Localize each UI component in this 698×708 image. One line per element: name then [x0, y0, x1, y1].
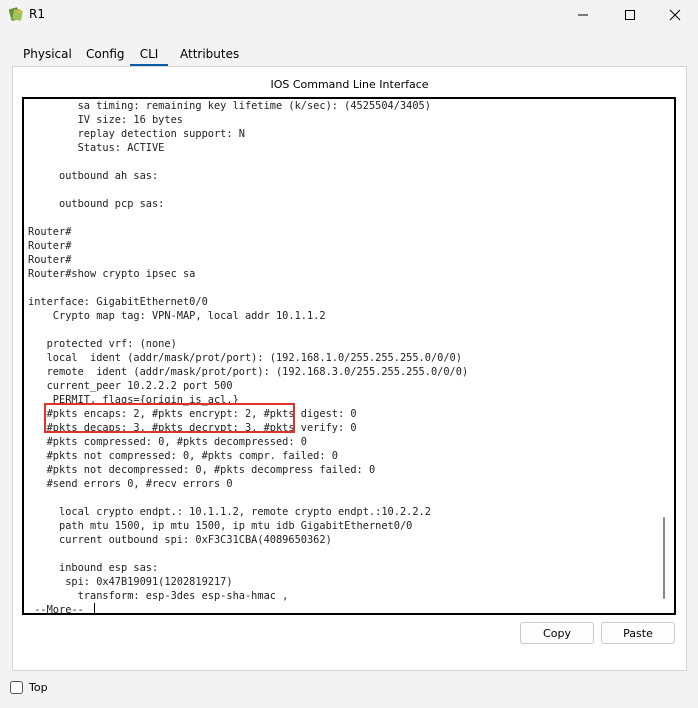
terminal-line: #pkts compressed: 0, #pkts decompressed:… [28, 436, 307, 448]
scrollbar-thumb[interactable] [663, 517, 665, 599]
window-title: R1 [29, 7, 45, 21]
terminal-line: path mtu 1500, ip mtu 1500, ip mtu idb G… [28, 520, 413, 532]
terminal-line: IV size: 16 bytes [28, 114, 183, 126]
terminal-line: replay detection support: N [28, 128, 245, 140]
more-prompt: --More-- [28, 603, 658, 615]
terminal-line: sa timing: remaining key lifetime (k/sec… [28, 100, 431, 112]
terminal-line: local crypto endpt.: 10.1.1.2, remote cr… [28, 506, 431, 518]
cli-heading: IOS Command Line Interface [270, 78, 429, 91]
top-label: Top [29, 681, 48, 694]
close-button[interactable] [652, 0, 698, 30]
cli-terminal[interactable]: sa timing: remaining key lifetime (k/sec… [22, 97, 676, 615]
minimize-icon [578, 14, 588, 16]
terminal-line: inbound esp sas: [28, 562, 159, 574]
terminal-line: current outbound spi: 0xF3C31CBA(4089650… [28, 534, 332, 546]
tab-physical[interactable]: Physical [23, 43, 72, 67]
terminal-line: protected vrf: (none) [28, 338, 177, 350]
terminal-line: Status: ACTIVE [28, 142, 165, 154]
text-cursor [94, 603, 95, 613]
terminal-line: Router#show crypto ipsec sa [28, 268, 196, 280]
terminal-line: remote ident (addr/mask/prot/port): (192… [28, 366, 469, 378]
close-icon [669, 9, 681, 21]
copy-button[interactable]: Copy [520, 622, 594, 644]
tab-config[interactable]: Config [86, 43, 125, 67]
terminal-output: sa timing: remaining key lifetime (k/sec… [28, 99, 658, 615]
tab-attributes[interactable]: Attributes [180, 43, 239, 67]
minimize-button[interactable] [560, 0, 606, 30]
packet-counter-highlight [44, 403, 295, 433]
terminal-line: interface: GigabitEthernet0/0 [28, 296, 208, 308]
more-prompt-text: --More-- [28, 604, 90, 615]
top-checkbox[interactable] [10, 681, 23, 694]
terminal-line: spi: 0x47B19091(1202819217) [28, 576, 233, 588]
tab-cli[interactable]: CLI [130, 43, 168, 67]
maximize-button[interactable] [607, 0, 653, 30]
maximize-icon [625, 10, 635, 20]
terminal-line: transform: esp-3des esp-sha-hmac , [28, 590, 289, 602]
terminal-line: Router# [28, 254, 72, 266]
router-app-icon [8, 6, 24, 22]
terminal-line: current_peer 10.2.2.2 port 500 [28, 380, 233, 392]
terminal-line: Router# [28, 226, 72, 238]
terminal-line: outbound pcp sas: [28, 198, 165, 210]
terminal-line: #send errors 0, #recv errors 0 [28, 478, 233, 490]
terminal-line: local ident (addr/mask/prot/port): (192.… [28, 352, 462, 364]
terminal-line: #pkts not decompressed: 0, #pkts decompr… [28, 464, 376, 476]
terminal-line: Crypto map tag: VPN-MAP, local addr 10.1… [28, 310, 326, 322]
paste-button[interactable]: Paste [601, 622, 675, 644]
terminal-scrollbar[interactable] [660, 99, 670, 613]
terminal-line: outbound ah sas: [28, 170, 159, 182]
terminal-line: Router# [28, 240, 72, 252]
title-bar: R1 [0, 0, 698, 30]
terminal-line: #pkts not compressed: 0, #pkts compr. fa… [28, 450, 338, 462]
